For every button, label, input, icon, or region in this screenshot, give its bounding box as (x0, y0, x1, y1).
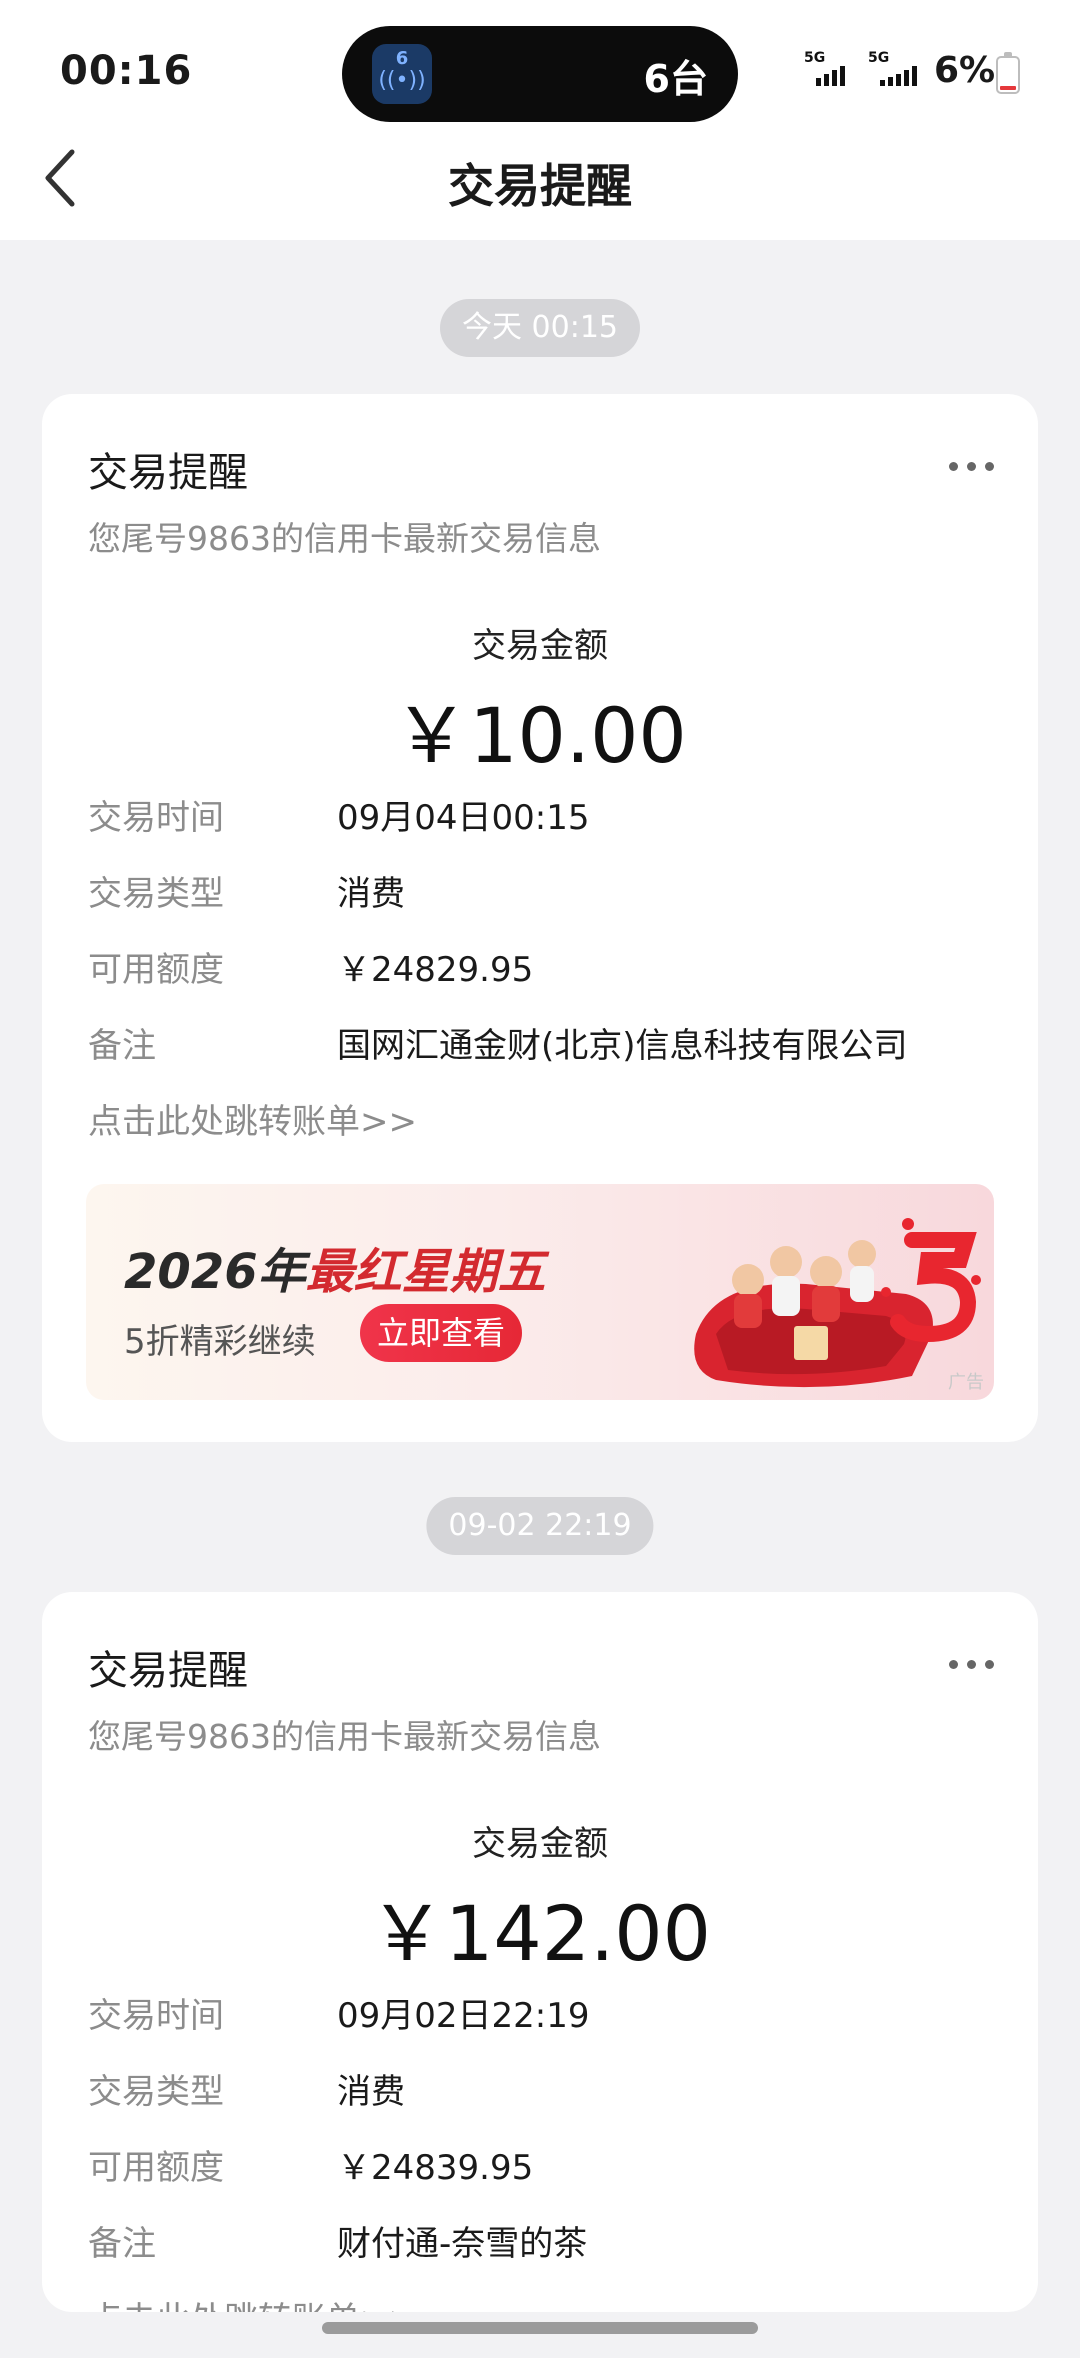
row-label: 交易时间 (88, 798, 224, 838)
timestamp-chip: 09-02 22:19 (426, 1497, 654, 1555)
row-value: 09月02日22:19 (337, 1996, 590, 2036)
row-value: ￥24839.95 (337, 2148, 534, 2188)
row-label: 交易时间 (88, 1996, 224, 2036)
card-title: 交易提醒 (88, 450, 248, 496)
banner-headline: 最红星期五 (305, 1244, 546, 1300)
promo-banner[interactable]: 2026年最红星期五 5折精彩继续 立即查看 广告 (86, 1184, 994, 1400)
row-label: 可用额度 (88, 2148, 224, 2188)
battery-percent: 6% (934, 50, 996, 91)
row-value: 财付通-奈雪的茶 (337, 2224, 588, 2264)
transaction-card: 交易提醒 您尾号9863的信用卡最新交易信息 交易金额 ￥10.00 交易时间 … (42, 394, 1038, 1442)
amount-value: ￥142.00 (369, 1889, 711, 1978)
view-bill-link[interactable]: 点击此处跳转账单>> (88, 1094, 417, 1143)
row-value: 国网汇通金财(北京)信息科技有限公司 (337, 1026, 908, 1066)
row-value: 09月04日00:15 (337, 798, 590, 838)
battery-icon (996, 52, 1020, 94)
ad-label: 广告 (948, 1372, 984, 1393)
row-label: 备注 (88, 1026, 156, 1066)
view-bill-link[interactable]: 点击此处跳转账单>> (88, 2292, 417, 2312)
card-subtitle: 您尾号9863的信用卡最新交易信息 (88, 1717, 601, 1756)
transaction-card: 交易提醒 您尾号9863的信用卡最新交易信息 交易金额 ￥142.00 交易时间… (42, 1592, 1038, 2312)
dynamic-island[interactable]: 6 ((•)) 6台 (342, 26, 738, 122)
status-time: 00:16 (60, 48, 193, 94)
promo-illustration (694, 1218, 981, 1388)
amount-label: 交易金额 (472, 1824, 608, 1864)
row-label: 备注 (88, 2224, 156, 2264)
banner-year: 2026年 (124, 1244, 306, 1300)
row-value: 消费 (337, 874, 405, 914)
row-value: ￥24829.95 (337, 950, 534, 990)
more-options-button[interactable] (949, 1660, 994, 1669)
row-label: 交易类型 (88, 874, 224, 914)
card-subtitle: 您尾号9863的信用卡最新交易信息 (88, 519, 601, 558)
banner-subtitle: 5折精彩继续 (124, 1322, 316, 1362)
banner-view-button[interactable]: 立即查看 (360, 1304, 522, 1362)
card-title: 交易提醒 (88, 1648, 248, 1694)
row-label: 可用额度 (88, 950, 224, 990)
page-title: 交易提醒 (448, 159, 632, 213)
island-count: 6台 (643, 57, 708, 101)
amount-label: 交易金额 (472, 626, 608, 666)
row-value: 消费 (337, 2072, 405, 2112)
nfc-app-icon: 6 ((•)) (372, 44, 432, 104)
timestamp-chip: 今天 00:15 (440, 299, 640, 357)
row-label: 交易类型 (88, 2072, 224, 2112)
amount-value: ￥10.00 (393, 691, 687, 780)
top-bar: 00:16 6 ((•)) 6台 5G 5G 6% 交易提醒 (0, 0, 1080, 240)
home-indicator[interactable] (322, 2322, 758, 2334)
more-options-button[interactable] (949, 462, 994, 471)
